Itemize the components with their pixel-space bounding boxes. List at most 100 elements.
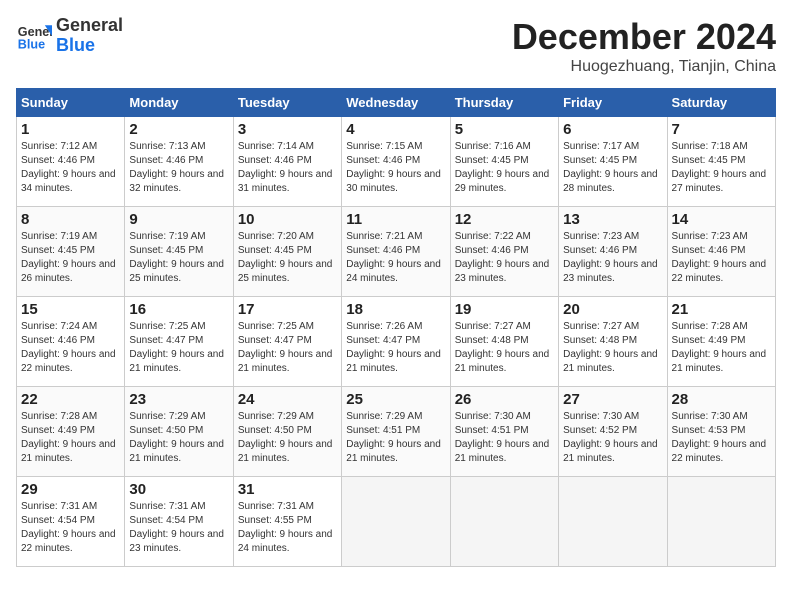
- calendar-cell: [559, 477, 667, 567]
- day-info: Sunrise: 7:13 AM Sunset: 4:46 PM Dayligh…: [129, 140, 228, 196]
- header-saturday: Saturday: [667, 89, 775, 117]
- header-tuesday: Tuesday: [233, 89, 341, 117]
- calendar-cell: 11 Sunrise: 7:21 AM Sunset: 4:46 PM Dayl…: [342, 207, 450, 297]
- day-info: Sunrise: 7:14 AM Sunset: 4:46 PM Dayligh…: [238, 140, 337, 196]
- calendar-cell: [450, 477, 558, 567]
- header-sunday: Sunday: [17, 89, 125, 117]
- day-info: Sunrise: 7:31 AM Sunset: 4:54 PM Dayligh…: [129, 500, 228, 556]
- logo-icon: General Blue: [16, 18, 52, 54]
- calendar-cell: 18 Sunrise: 7:26 AM Sunset: 4:47 PM Dayl…: [342, 297, 450, 387]
- calendar-cell: 9 Sunrise: 7:19 AM Sunset: 4:45 PM Dayli…: [125, 207, 233, 297]
- day-number: 25: [346, 391, 445, 408]
- header-wednesday: Wednesday: [342, 89, 450, 117]
- calendar-cell: 24 Sunrise: 7:29 AM Sunset: 4:50 PM Dayl…: [233, 387, 341, 477]
- calendar-cell: 26 Sunrise: 7:30 AM Sunset: 4:51 PM Dayl…: [450, 387, 558, 477]
- location-title: Huogezhuang, Tianjin, China: [512, 58, 776, 76]
- calendar-cell: 17 Sunrise: 7:25 AM Sunset: 4:47 PM Dayl…: [233, 297, 341, 387]
- day-number: 12: [455, 211, 554, 228]
- header-thursday: Thursday: [450, 89, 558, 117]
- calendar-cell: 30 Sunrise: 7:31 AM Sunset: 4:54 PM Dayl…: [125, 477, 233, 567]
- day-info: Sunrise: 7:27 AM Sunset: 4:48 PM Dayligh…: [455, 320, 554, 376]
- calendar-cell: 23 Sunrise: 7:29 AM Sunset: 4:50 PM Dayl…: [125, 387, 233, 477]
- day-number: 24: [238, 391, 337, 408]
- day-number: 30: [129, 481, 228, 498]
- day-number: 20: [563, 301, 662, 318]
- header-monday: Monday: [125, 89, 233, 117]
- day-number: 10: [238, 211, 337, 228]
- day-info: Sunrise: 7:30 AM Sunset: 4:53 PM Dayligh…: [672, 410, 771, 466]
- svg-text:Blue: Blue: [18, 37, 45, 51]
- month-title: December 2024: [512, 16, 776, 58]
- week-row-2: 8 Sunrise: 7:19 AM Sunset: 4:45 PM Dayli…: [17, 207, 776, 297]
- day-number: 31: [238, 481, 337, 498]
- calendar-cell: 31 Sunrise: 7:31 AM Sunset: 4:55 PM Dayl…: [233, 477, 341, 567]
- calendar-table: SundayMondayTuesdayWednesdayThursdayFrid…: [16, 88, 776, 567]
- page-header: General Blue General Blue December 2024 …: [16, 16, 776, 76]
- day-info: Sunrise: 7:31 AM Sunset: 4:54 PM Dayligh…: [21, 500, 120, 556]
- calendar-cell: 10 Sunrise: 7:20 AM Sunset: 4:45 PM Dayl…: [233, 207, 341, 297]
- day-number: 9: [129, 211, 228, 228]
- day-number: 26: [455, 391, 554, 408]
- day-info: Sunrise: 7:25 AM Sunset: 4:47 PM Dayligh…: [129, 320, 228, 376]
- calendar-cell: 6 Sunrise: 7:17 AM Sunset: 4:45 PM Dayli…: [559, 117, 667, 207]
- logo-text: General Blue: [56, 16, 123, 56]
- day-number: 6: [563, 121, 662, 138]
- calendar-cell: 3 Sunrise: 7:14 AM Sunset: 4:46 PM Dayli…: [233, 117, 341, 207]
- calendar-cell: 2 Sunrise: 7:13 AM Sunset: 4:46 PM Dayli…: [125, 117, 233, 207]
- calendar-cell: 28 Sunrise: 7:30 AM Sunset: 4:53 PM Dayl…: [667, 387, 775, 477]
- calendar-cell: [667, 477, 775, 567]
- calendar-header-row: SundayMondayTuesdayWednesdayThursdayFrid…: [17, 89, 776, 117]
- day-info: Sunrise: 7:16 AM Sunset: 4:45 PM Dayligh…: [455, 140, 554, 196]
- day-number: 3: [238, 121, 337, 138]
- day-info: Sunrise: 7:30 AM Sunset: 4:51 PM Dayligh…: [455, 410, 554, 466]
- day-number: 27: [563, 391, 662, 408]
- calendar-cell: 21 Sunrise: 7:28 AM Sunset: 4:49 PM Dayl…: [667, 297, 775, 387]
- day-number: 19: [455, 301, 554, 318]
- calendar-cell: 25 Sunrise: 7:29 AM Sunset: 4:51 PM Dayl…: [342, 387, 450, 477]
- calendar-cell: 8 Sunrise: 7:19 AM Sunset: 4:45 PM Dayli…: [17, 207, 125, 297]
- day-number: 22: [21, 391, 120, 408]
- day-number: 2: [129, 121, 228, 138]
- calendar-cell: 12 Sunrise: 7:22 AM Sunset: 4:46 PM Dayl…: [450, 207, 558, 297]
- calendar-cell: 1 Sunrise: 7:12 AM Sunset: 4:46 PM Dayli…: [17, 117, 125, 207]
- day-number: 13: [563, 211, 662, 228]
- day-number: 29: [21, 481, 120, 498]
- day-info: Sunrise: 7:20 AM Sunset: 4:45 PM Dayligh…: [238, 230, 337, 286]
- calendar-cell: 15 Sunrise: 7:24 AM Sunset: 4:46 PM Dayl…: [17, 297, 125, 387]
- calendar-cell: 7 Sunrise: 7:18 AM Sunset: 4:45 PM Dayli…: [667, 117, 775, 207]
- calendar-cell: 20 Sunrise: 7:27 AM Sunset: 4:48 PM Dayl…: [559, 297, 667, 387]
- day-info: Sunrise: 7:22 AM Sunset: 4:46 PM Dayligh…: [455, 230, 554, 286]
- day-number: 8: [21, 211, 120, 228]
- day-info: Sunrise: 7:23 AM Sunset: 4:46 PM Dayligh…: [672, 230, 771, 286]
- week-row-4: 22 Sunrise: 7:28 AM Sunset: 4:49 PM Dayl…: [17, 387, 776, 477]
- day-info: Sunrise: 7:19 AM Sunset: 4:45 PM Dayligh…: [21, 230, 120, 286]
- day-number: 23: [129, 391, 228, 408]
- week-row-1: 1 Sunrise: 7:12 AM Sunset: 4:46 PM Dayli…: [17, 117, 776, 207]
- day-info: Sunrise: 7:25 AM Sunset: 4:47 PM Dayligh…: [238, 320, 337, 376]
- day-number: 18: [346, 301, 445, 318]
- day-info: Sunrise: 7:12 AM Sunset: 4:46 PM Dayligh…: [21, 140, 120, 196]
- calendar-cell: 22 Sunrise: 7:28 AM Sunset: 4:49 PM Dayl…: [17, 387, 125, 477]
- day-number: 1: [21, 121, 120, 138]
- calendar-cell: 27 Sunrise: 7:30 AM Sunset: 4:52 PM Dayl…: [559, 387, 667, 477]
- day-info: Sunrise: 7:27 AM Sunset: 4:48 PM Dayligh…: [563, 320, 662, 376]
- day-info: Sunrise: 7:28 AM Sunset: 4:49 PM Dayligh…: [672, 320, 771, 376]
- day-info: Sunrise: 7:29 AM Sunset: 4:50 PM Dayligh…: [238, 410, 337, 466]
- day-info: Sunrise: 7:23 AM Sunset: 4:46 PM Dayligh…: [563, 230, 662, 286]
- calendar-cell: 5 Sunrise: 7:16 AM Sunset: 4:45 PM Dayli…: [450, 117, 558, 207]
- week-row-3: 15 Sunrise: 7:24 AM Sunset: 4:46 PM Dayl…: [17, 297, 776, 387]
- day-number: 16: [129, 301, 228, 318]
- calendar-cell: 4 Sunrise: 7:15 AM Sunset: 4:46 PM Dayli…: [342, 117, 450, 207]
- day-info: Sunrise: 7:19 AM Sunset: 4:45 PM Dayligh…: [129, 230, 228, 286]
- day-info: Sunrise: 7:24 AM Sunset: 4:46 PM Dayligh…: [21, 320, 120, 376]
- day-number: 7: [672, 121, 771, 138]
- day-number: 17: [238, 301, 337, 318]
- logo: General Blue General Blue: [16, 16, 123, 56]
- day-info: Sunrise: 7:15 AM Sunset: 4:46 PM Dayligh…: [346, 140, 445, 196]
- day-info: Sunrise: 7:17 AM Sunset: 4:45 PM Dayligh…: [563, 140, 662, 196]
- day-number: 28: [672, 391, 771, 408]
- header-friday: Friday: [559, 89, 667, 117]
- calendar-cell: [342, 477, 450, 567]
- day-info: Sunrise: 7:26 AM Sunset: 4:47 PM Dayligh…: [346, 320, 445, 376]
- day-info: Sunrise: 7:21 AM Sunset: 4:46 PM Dayligh…: [346, 230, 445, 286]
